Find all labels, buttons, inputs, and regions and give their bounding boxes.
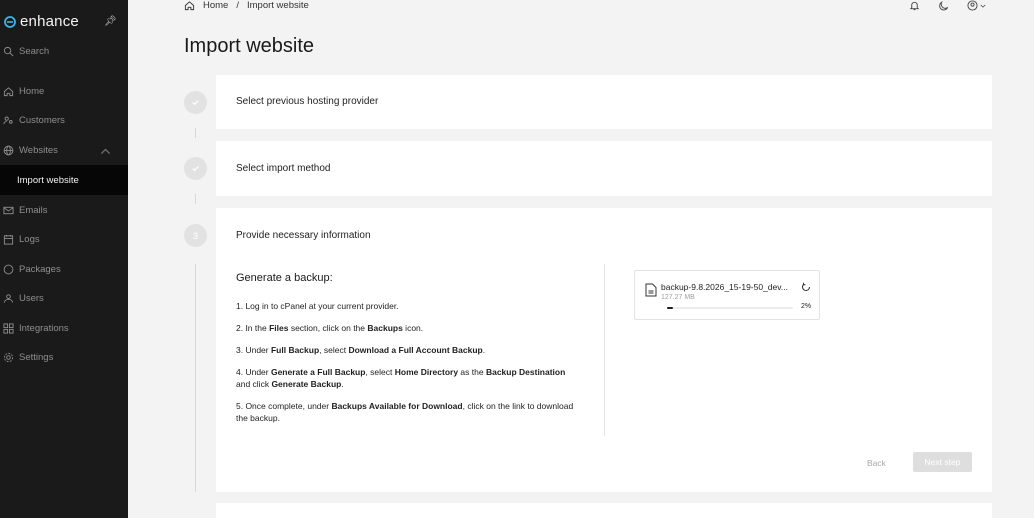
- step-connector: [195, 128, 196, 138]
- step-2-card[interactable]: Select import method: [216, 141, 992, 196]
- check-icon: [192, 166, 199, 172]
- header-actions: [909, 0, 986, 11]
- step-connector: [195, 194, 196, 204]
- pin-icon[interactable]: 📌︎: [104, 16, 117, 27]
- globe-icon: [3, 145, 14, 155]
- sidebar-item-label: Emails: [19, 204, 48, 216]
- file-icon: [645, 283, 657, 297]
- step-1-title: Select previous hosting provider: [236, 96, 379, 107]
- brand-name: enhance: [20, 13, 79, 30]
- backup-heading: Generate a backup:: [236, 272, 333, 284]
- sidebar-item-label: Users: [19, 292, 44, 304]
- breadcrumb-separator: /: [236, 0, 239, 11]
- sidebar-item-label: Websites: [19, 144, 58, 156]
- sidebar-item-logs[interactable]: Logs: [0, 226, 128, 252]
- sidebar-item-label: Logs: [19, 233, 40, 245]
- step-2-check: [184, 157, 207, 180]
- upload-progress-fill: [667, 307, 674, 309]
- upload-progress-bar: [667, 307, 793, 309]
- sidebar-item-label: Settings: [19, 351, 54, 363]
- sidebar-item-websites[interactable]: Websites: [0, 137, 128, 163]
- users-icon: [3, 293, 14, 303]
- home-icon: [3, 86, 14, 96]
- page-title: Import website: [184, 35, 315, 57]
- breadcrumb-current: Import website: [246, 0, 309, 11]
- enhance-logo-icon: [4, 15, 16, 28]
- step-number: 3: [192, 230, 198, 241]
- sidebar-item-label: Import website: [17, 174, 79, 186]
- back-button[interactable]: Back: [867, 455, 886, 471]
- search-label: Search: [19, 45, 50, 57]
- sidebar-item-label: Home: [19, 85, 45, 97]
- file-size: 127.27 MB: [661, 294, 695, 301]
- breadcrumb-home[interactable]: Home: [203, 0, 228, 11]
- gear-icon: [3, 352, 14, 362]
- brand-logo[interactable]: enhance: [4, 13, 79, 30]
- chevron-down-icon: [980, 4, 986, 8]
- mail-icon: [3, 206, 14, 214]
- home-icon[interactable]: [184, 0, 195, 11]
- step-1-check: [184, 91, 207, 114]
- search-icon: [3, 46, 14, 56]
- sidebar-item-customers[interactable]: Customers: [0, 107, 128, 133]
- instruction-step-4: 4. Under Generate a Full Backup, select …: [236, 367, 566, 389]
- logs-icon: [3, 234, 14, 245]
- bell-icon[interactable]: [909, 0, 920, 11]
- instruction-step-1: 1. Log in to cPanel at your current prov…: [236, 301, 399, 311]
- chevron-up-icon[interactable]: [100, 146, 111, 157]
- instruction-step-5: 5. Once complete, under Backups Availabl…: [236, 401, 574, 423]
- loading-spinner-icon: [802, 282, 810, 291]
- sidebar-item-home[interactable]: Home: [0, 78, 128, 104]
- sidebar-item-label: Integrations: [19, 322, 69, 334]
- sidebar-item-emails[interactable]: Emails: [0, 197, 128, 223]
- file-name: backup-9.8.2026_15-19-50_dev...: [661, 282, 788, 292]
- upload-progress-label: 2%: [801, 303, 812, 310]
- sidebar-search[interactable]: Search: [0, 38, 128, 64]
- sidebar: enhance 📌︎ Search Home Customers Website…: [0, 0, 128, 518]
- integrations-icon: [3, 322, 14, 334]
- sidebar-item-label: Packages: [19, 263, 61, 275]
- instruction-step-2: 2. In the Files section, click on the Ba…: [236, 323, 424, 333]
- moon-icon[interactable]: [938, 0, 949, 11]
- step-connector: [195, 264, 196, 492]
- breadcrumb: Home / Import website: [184, 0, 309, 11]
- upload-file-card: backup-9.8.2026_15-19-50_dev... 127.27 M…: [634, 270, 820, 320]
- sidebar-item-import-website[interactable]: Import website: [0, 165, 128, 195]
- column-divider: [604, 264, 605, 436]
- check-icon: [192, 100, 199, 106]
- step-3-number: 3: [184, 224, 207, 247]
- backup-instructions: 1. Log in to cPanel at your current prov…: [236, 300, 576, 434]
- user-avatar-icon: [967, 0, 978, 11]
- user-menu[interactable]: [967, 0, 986, 11]
- step-3-title: Provide necessary information: [236, 230, 371, 241]
- step-1-card[interactable]: Select previous hosting provider: [216, 75, 992, 129]
- sidebar-item-users[interactable]: Users: [0, 285, 128, 311]
- sidebar-item-label: Customers: [19, 114, 65, 126]
- next-step-button[interactable]: Next step: [913, 452, 972, 472]
- instruction-step-3: 3. Under Full Backup, select Download a …: [236, 345, 486, 355]
- step-4-card: [216, 503, 992, 518]
- package-icon: [3, 264, 14, 274]
- sidebar-item-settings[interactable]: Settings: [0, 344, 128, 370]
- step-2-title: Select import method: [236, 163, 331, 174]
- customers-icon: [3, 116, 13, 124]
- sidebar-item-integrations[interactable]: Integrations: [0, 315, 128, 341]
- step-3-card: Provide necessary information Generate a…: [216, 208, 992, 492]
- sidebar-item-packages[interactable]: Packages: [0, 256, 128, 282]
